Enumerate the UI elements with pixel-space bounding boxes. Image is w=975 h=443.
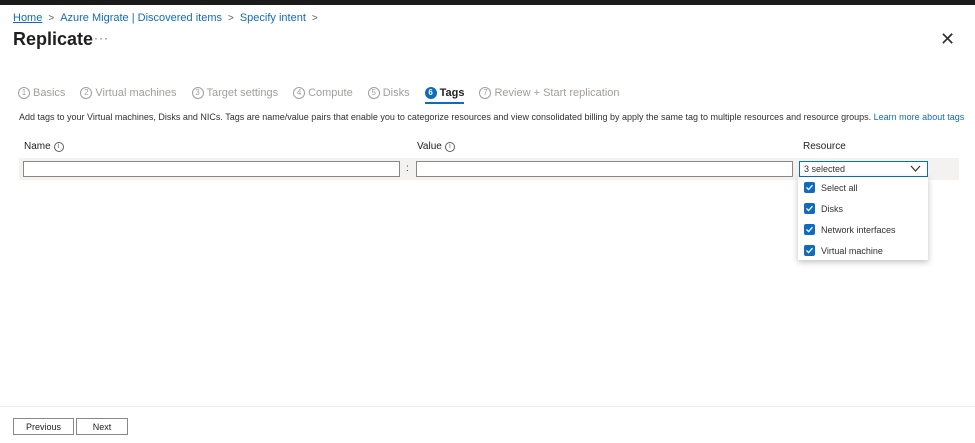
- value-header-label: Value: [417, 141, 442, 152]
- option-disks[interactable]: Disks: [798, 198, 928, 219]
- resource-header-label: Resource: [803, 141, 846, 152]
- wizard-steps: 1 Basics 2 Virtual machines 3 Target set…: [18, 84, 635, 104]
- tab-target-settings[interactable]: 3 Target settings: [191, 84, 279, 101]
- option-virtual-machine[interactable]: Virtual machine: [798, 240, 928, 261]
- breadcrumb-home[interactable]: Home: [13, 12, 42, 24]
- breadcrumb-specify-intent[interactable]: Specify intent: [240, 12, 306, 24]
- step-number: 1: [18, 86, 30, 99]
- step-label: Virtual machines: [95, 86, 177, 99]
- tab-tags[interactable]: 6 Tags: [424, 84, 465, 104]
- tab-review-start-replication[interactable]: 7 Review + Start replication: [479, 84, 620, 101]
- resource-dropdown[interactable]: 3 selected: [799, 161, 928, 177]
- tab-compute[interactable]: 4 Compute: [293, 84, 353, 101]
- name-column-header: Name i: [24, 141, 64, 152]
- step-label: Target settings: [206, 86, 279, 99]
- close-icon[interactable]: ✕: [940, 29, 955, 50]
- step-label: Basics: [33, 86, 66, 99]
- breadcrumb: Home > Azure Migrate | Discovered items …: [13, 12, 318, 24]
- step-label: Compute: [308, 86, 353, 99]
- resource-column-header: Resource: [803, 141, 846, 152]
- step-label: Disks: [382, 86, 410, 99]
- tab-virtual-machines[interactable]: 2 Virtual machines: [80, 84, 177, 101]
- value-column-header: Value i: [417, 141, 455, 152]
- learn-more-link[interactable]: Learn more about tags: [874, 112, 965, 122]
- option-select-all[interactable]: Select all: [798, 177, 928, 198]
- chevron-right-icon: >: [228, 12, 234, 24]
- breadcrumb-discovered-items[interactable]: Azure Migrate | Discovered items: [60, 12, 222, 24]
- name-header-label: Name: [24, 141, 51, 152]
- tab-basics[interactable]: 1 Basics: [18, 84, 65, 101]
- step-label: Review + Start replication: [494, 86, 620, 99]
- step-label: Tags: [439, 86, 465, 99]
- checkbox-checked-icon[interactable]: [804, 182, 815, 193]
- step-number: 5: [367, 86, 380, 99]
- option-network-interfaces[interactable]: Network interfaces: [798, 219, 928, 240]
- option-label: Select all: [821, 182, 858, 193]
- tab-disks[interactable]: 5 Disks: [367, 84, 410, 101]
- name-value-separator: :: [406, 163, 409, 174]
- option-label: Virtual machine: [821, 245, 883, 256]
- footer-divider: [0, 406, 975, 407]
- info-icon[interactable]: i: [444, 141, 455, 152]
- checkbox-checked-icon[interactable]: [804, 203, 815, 214]
- step-number: 6: [424, 86, 437, 99]
- option-label: Network interfaces: [821, 224, 896, 235]
- next-button[interactable]: Next: [76, 418, 128, 435]
- tags-description: Add tags to your Virtual machines, Disks…: [19, 112, 964, 122]
- chevron-right-icon: >: [48, 12, 55, 24]
- checkbox-checked-icon[interactable]: [804, 224, 815, 235]
- top-bar: [0, 0, 975, 5]
- chevron-down-icon: [910, 163, 921, 176]
- previous-button[interactable]: Previous: [13, 418, 74, 435]
- step-number: 3: [191, 86, 204, 99]
- checkbox-checked-icon[interactable]: [804, 245, 815, 256]
- resource-options-list: Select all Disks Network interfaces Virt…: [798, 177, 928, 260]
- info-icon[interactable]: i: [53, 141, 64, 152]
- chevron-right-icon: >: [311, 12, 318, 24]
- step-number: 2: [80, 86, 93, 99]
- tag-value-input[interactable]: [416, 161, 793, 177]
- step-number: 7: [479, 86, 492, 99]
- option-label: Disks: [821, 203, 843, 214]
- step-number: 4: [293, 86, 306, 99]
- resource-selected-text: 3 selected: [804, 164, 846, 174]
- description-text: Add tags to your Virtual machines, Disks…: [19, 112, 872, 122]
- page-title: Replicate: [13, 29, 94, 49]
- more-options-icon[interactable]: ···: [94, 31, 109, 45]
- tag-name-input[interactable]: [23, 161, 400, 177]
